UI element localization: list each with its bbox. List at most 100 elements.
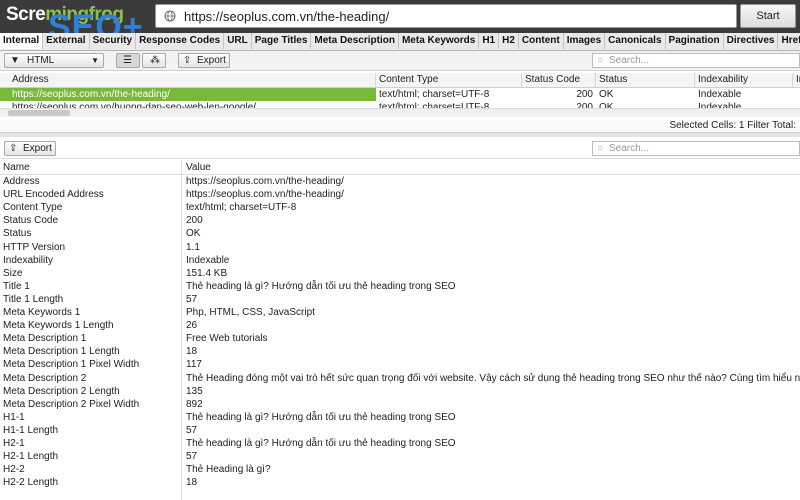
detail-row[interactable]: Status OK: [0, 227, 800, 240]
detail-row[interactable]: H2-1 Thẻ heading là gì? Hướng dẫn tối ưu …: [0, 437, 800, 450]
column-header[interactable]: In: [793, 73, 800, 87]
detail-value: Indexable: [186, 254, 230, 266]
tab-pagination[interactable]: Pagination: [666, 33, 724, 49]
tab-url[interactable]: URL: [224, 33, 252, 49]
detail-row[interactable]: Title 1 Length 57: [0, 293, 800, 306]
detail-value: Free Web tutorials: [186, 333, 268, 345]
filter-icon: ▼: [10, 55, 20, 66]
detail-row[interactable]: Meta Description 2 Thẻ Heading đóng một v…: [0, 372, 800, 385]
detail-name: Content Type: [3, 202, 63, 214]
scroll-thumb[interactable]: [8, 110, 70, 116]
detail-value: 57: [186, 451, 198, 463]
chevron-down-icon: ▼: [91, 56, 99, 65]
horizontal-scrollbar[interactable]: [0, 108, 800, 117]
export-button[interactable]: ⇪ Export: [178, 53, 230, 68]
detail-value: https://seoplus.com.vn/the-heading/: [186, 189, 344, 201]
list-icon: ☰: [123, 55, 132, 66]
detail-row[interactable]: H1-1 Length 57: [0, 424, 800, 437]
filter-dropdown[interactable]: ▼ HTML ▼: [4, 53, 104, 68]
selected-cells-text: Selected Cells: 1 Filter Total:: [669, 120, 796, 131]
detail-value: 18: [186, 477, 198, 489]
details-export-button[interactable]: ⇪ Export: [4, 141, 56, 156]
detail-value: Thẻ heading là gì? Hướng dẫn tối ưu thẻ …: [186, 280, 456, 292]
detail-row[interactable]: Meta Description 1 Free Web tutorials: [0, 332, 800, 345]
details-search-placeholder: Search...: [609, 143, 650, 154]
table-cell[interactable]: OK: [596, 88, 695, 101]
tab-directives[interactable]: Directives: [724, 33, 779, 49]
table-cell[interactable]: https://seoplus.com.vn/the-heading/: [0, 88, 376, 101]
table-cell[interactable]: 200: [522, 88, 596, 101]
detail-name: Meta Description 1 Length: [3, 346, 120, 358]
detail-row[interactable]: Meta Description 1 Pixel Width 117: [0, 358, 800, 371]
detail-row[interactable]: Meta Description 2 Pixel Width 892: [0, 398, 800, 411]
tab-canonicals[interactable]: Canonicals: [605, 33, 666, 49]
detail-row[interactable]: H2-1 Length 57: [0, 450, 800, 463]
pane-divider[interactable]: [0, 133, 800, 137]
column-header[interactable]: Status: [596, 73, 695, 87]
details-toolbar: ⇪ Export ○ Search...: [0, 138, 800, 159]
start-button[interactable]: Start: [740, 4, 796, 28]
detail-row[interactable]: Indexability Indexable: [0, 254, 800, 267]
detail-row[interactable]: H2-2 Length 18: [0, 476, 800, 489]
detail-name: Meta Description 1: [3, 333, 87, 345]
detail-row[interactable]: HTTP Version 1.1: [0, 241, 800, 254]
detail-row[interactable]: Content Type text/html; charset=UTF-8: [0, 201, 800, 214]
detail-value: 18: [186, 346, 198, 358]
tab-external[interactable]: External: [43, 33, 90, 49]
detail-row[interactable]: H1-1 Thẻ heading là gì? Hướng dẫn tối ưu …: [0, 411, 800, 424]
detail-value: 57: [186, 424, 198, 436]
detail-row[interactable]: Size 151.4 KB: [0, 267, 800, 280]
column-header[interactable]: Name: [3, 161, 30, 174]
grid-toolbar: ▼ HTML ▼ ☰ ⁂ ⇪ Export ○ Search...: [0, 51, 800, 71]
tab-meta-description[interactable]: Meta Description: [311, 33, 399, 49]
url-input[interactable]: https://seoplus.com.vn/the-heading/: [155, 4, 737, 28]
globe-icon: [164, 10, 176, 22]
table-cell[interactable]: Indexable: [695, 88, 793, 101]
detail-row[interactable]: Title 1 Thẻ heading là gì? Hướng dẫn tối …: [0, 280, 800, 293]
detail-row[interactable]: Meta Description 1 Length 18: [0, 345, 800, 358]
detail-row[interactable]: Address https://seoplus.com.vn/the-headin…: [0, 175, 800, 188]
tab-response-codes[interactable]: Response Codes: [136, 33, 225, 49]
column-header[interactable]: Status Code: [522, 73, 596, 87]
column-header[interactable]: Indexability: [695, 73, 793, 87]
tab-page-titles[interactable]: Page Titles: [252, 33, 312, 49]
column-header[interactable]: Address: [0, 73, 376, 87]
details-header: Name Value: [0, 161, 800, 175]
export-label: Export: [197, 55, 226, 66]
tab-hreflang[interactable]: Hreflang: [778, 33, 800, 49]
detail-name: Size: [3, 267, 23, 279]
tab-security[interactable]: Security: [90, 33, 137, 49]
tab-images[interactable]: Images: [564, 33, 606, 49]
detail-name: Meta Description 2 Pixel Width: [3, 398, 140, 410]
detail-row[interactable]: Meta Keywords 1 Length 26: [0, 319, 800, 332]
column-header[interactable]: Content Type: [376, 73, 522, 87]
column-header[interactable]: Value: [186, 161, 211, 174]
detail-name: Meta Description 1 Pixel Width: [3, 359, 140, 371]
search-input[interactable]: ○ Search...: [592, 53, 800, 68]
tab-h1[interactable]: H1: [479, 33, 500, 49]
detail-row[interactable]: Status Code 200: [0, 214, 800, 227]
detail-value: 135: [186, 385, 203, 397]
detail-name: Title 1 Length: [3, 293, 64, 305]
tab-meta-keywords[interactable]: Meta Keywords: [399, 33, 480, 49]
detail-row[interactable]: H2-2 Thẻ Heading là gì?: [0, 463, 800, 476]
tree-view-button[interactable]: ⁂: [142, 53, 166, 68]
url-text: https://seoplus.com.vn/the-heading/: [184, 9, 390, 24]
tab-internal[interactable]: Internal: [0, 33, 44, 49]
detail-row[interactable]: Meta Keywords 1 Php, HTML, CSS, JavaScrip…: [0, 306, 800, 319]
table-row[interactable]: https://seoplus.com.vn/the-heading/text/…: [0, 88, 800, 102]
details-search-input[interactable]: ○ Search...: [592, 141, 800, 156]
tab-content[interactable]: Content: [519, 33, 564, 49]
tab-h2[interactable]: H2: [499, 33, 519, 49]
upload-icon: ⇪: [183, 55, 192, 66]
detail-row[interactable]: Meta Description 2 Length 135: [0, 385, 800, 398]
detail-row[interactable]: URL Encoded Address https://seoplus.com.v…: [0, 188, 800, 201]
detail-name: Meta Description 2 Length: [3, 385, 120, 397]
detail-value: Thẻ heading là gì? Hướng dẫn tối ưu thẻ …: [186, 411, 456, 423]
list-view-button[interactable]: ☰: [116, 53, 140, 68]
details-export-label: Export: [23, 143, 52, 154]
detail-value: 1.1: [186, 241, 200, 253]
detail-name: H2-1 Length: [3, 451, 59, 463]
table-cell[interactable]: text/html; charset=UTF-8: [376, 88, 522, 101]
detail-name: H2-1: [3, 438, 25, 449]
